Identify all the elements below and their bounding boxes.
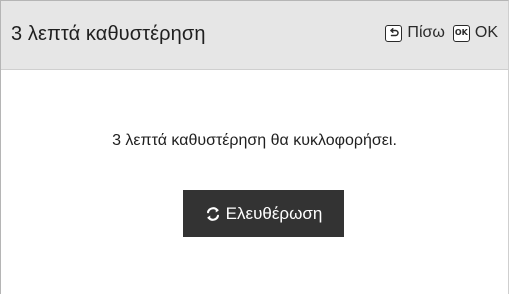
refresh-icon xyxy=(205,206,221,222)
release-button-label: Ελευθέρωση xyxy=(225,203,323,223)
delay-screen: 3 λεπτά καθυστέρηση Πίσω OK OK 3 λεπτά κ… xyxy=(0,0,509,294)
ok-key-icon: OK xyxy=(452,24,470,42)
ok-label: OK xyxy=(474,24,498,41)
release-button[interactable]: Ελευθέρωση xyxy=(183,190,344,237)
back-label: Πίσω xyxy=(407,24,445,41)
header-actions: Πίσω OK OK xyxy=(385,24,498,42)
delay-message: 3 λεπτά καθυστέρηση θα κυκλοφορήσει. xyxy=(112,132,397,149)
ok-key-glyph: OK xyxy=(454,28,468,37)
page-title: 3 λεπτά καθυστέρηση xyxy=(11,23,206,45)
back-button[interactable]: Πίσω xyxy=(385,24,445,42)
header-bar: 3 λεπτά καθυστέρηση Πίσω OK OK xyxy=(1,1,508,70)
ok-button[interactable]: OK OK xyxy=(452,24,498,42)
back-arrow-icon xyxy=(385,24,403,42)
